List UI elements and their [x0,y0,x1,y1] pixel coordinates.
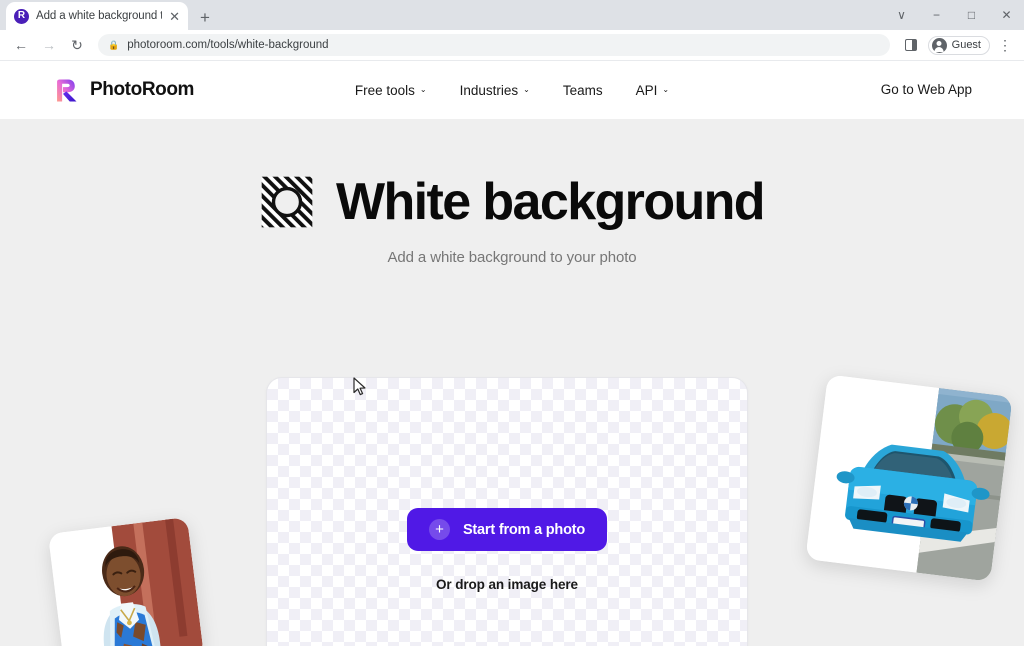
back-icon[interactable]: ← [8,32,34,58]
nav-label: Teams [562,82,603,98]
avatar [931,37,947,53]
nav-item-api[interactable]: API ⌄ [636,83,669,98]
nav-right: Go to Web App [881,81,972,99]
photoroom-logo-icon [57,79,77,101]
upload-dropzone[interactable]: + Start from a photo Or drop an image he… [266,377,748,646]
browser-window: R Add a white background to your ✕ + ∨ −… [0,0,1024,646]
nav-label: API [635,82,658,98]
chevron-down-icon: ⌄ [523,85,530,94]
tab-strip: R Add a white background to your ✕ + ∨ −… [0,0,1024,30]
maximize-icon[interactable]: □ [954,0,989,30]
transparency-hatch-icon [261,176,313,228]
close-window-icon[interactable]: ✕ [989,0,1024,30]
profile-label: Guest [951,39,981,51]
side-panel-icon[interactable] [898,32,924,58]
heading-row: White background [0,119,1024,229]
page-title: White background [336,173,766,231]
nav-label: Free tools [354,82,415,98]
drop-hint-text: Or drop an image here [436,577,578,592]
go-to-web-app-link[interactable]: Go to Web App [881,82,972,97]
new-tab-button[interactable]: + [200,9,210,26]
browser-tab[interactable]: R Add a white background to your ✕ [6,2,188,30]
photoroom-logo-icon: R [14,8,29,24]
reload-icon[interactable]: ↻ [64,32,90,58]
forward-icon[interactable]: → [36,32,62,58]
browser-toolbar: ← → ↻ 🔒 photoroom.com/tools/white-backgr… [0,30,1024,61]
nav-item-teams[interactable]: Teams [563,83,603,98]
window-controls: ∨ − □ ✕ [884,0,1024,30]
plus-icon: + [428,519,450,540]
address-bar[interactable]: 🔒 photoroom.com/tools/white-background [98,34,890,56]
brand-logo[interactable]: PhotoRoom [52,77,194,104]
blue-car-card [805,374,1013,582]
nav-item-free-tools[interactable]: Free tools ⌄ [355,83,427,98]
toolbar-right: Guest ⋮ [898,32,1016,58]
profile-button[interactable]: Guest [927,35,990,55]
chevron-down-icon: ⌄ [419,85,427,94]
nav-label: Industries [459,82,519,98]
menu-icon[interactable]: ⋮ [994,38,1016,52]
page-subtitle: Add a white background to your photo [387,249,637,266]
woman-portrait-card [47,516,205,646]
close-icon[interactable]: ✕ [169,10,180,23]
page-content: PhotoRoom Free tools ⌄ Industries ⌄ Team… [0,61,1024,646]
hero-section: White background Add a white background … [0,119,1024,646]
chevron-down-icon: ⌄ [662,85,670,94]
url-text: photoroom.com/tools/white-background [127,39,329,51]
tab-title: Add a white background to your [36,10,162,22]
chevron-down-icon[interactable]: ∨ [884,0,919,30]
minimize-icon[interactable]: − [919,0,954,30]
site-navbar: PhotoRoom Free tools ⌄ Industries ⌄ Team… [0,61,1024,119]
lock-icon: 🔒 [108,39,120,50]
start-from-photo-button[interactable]: + Start from a photo [406,508,608,551]
nav-item-industries[interactable]: Industries ⌄ [460,83,530,98]
start-button-label: Start from a photo [462,521,586,538]
brand-name: PhotoRoom [90,79,195,100]
